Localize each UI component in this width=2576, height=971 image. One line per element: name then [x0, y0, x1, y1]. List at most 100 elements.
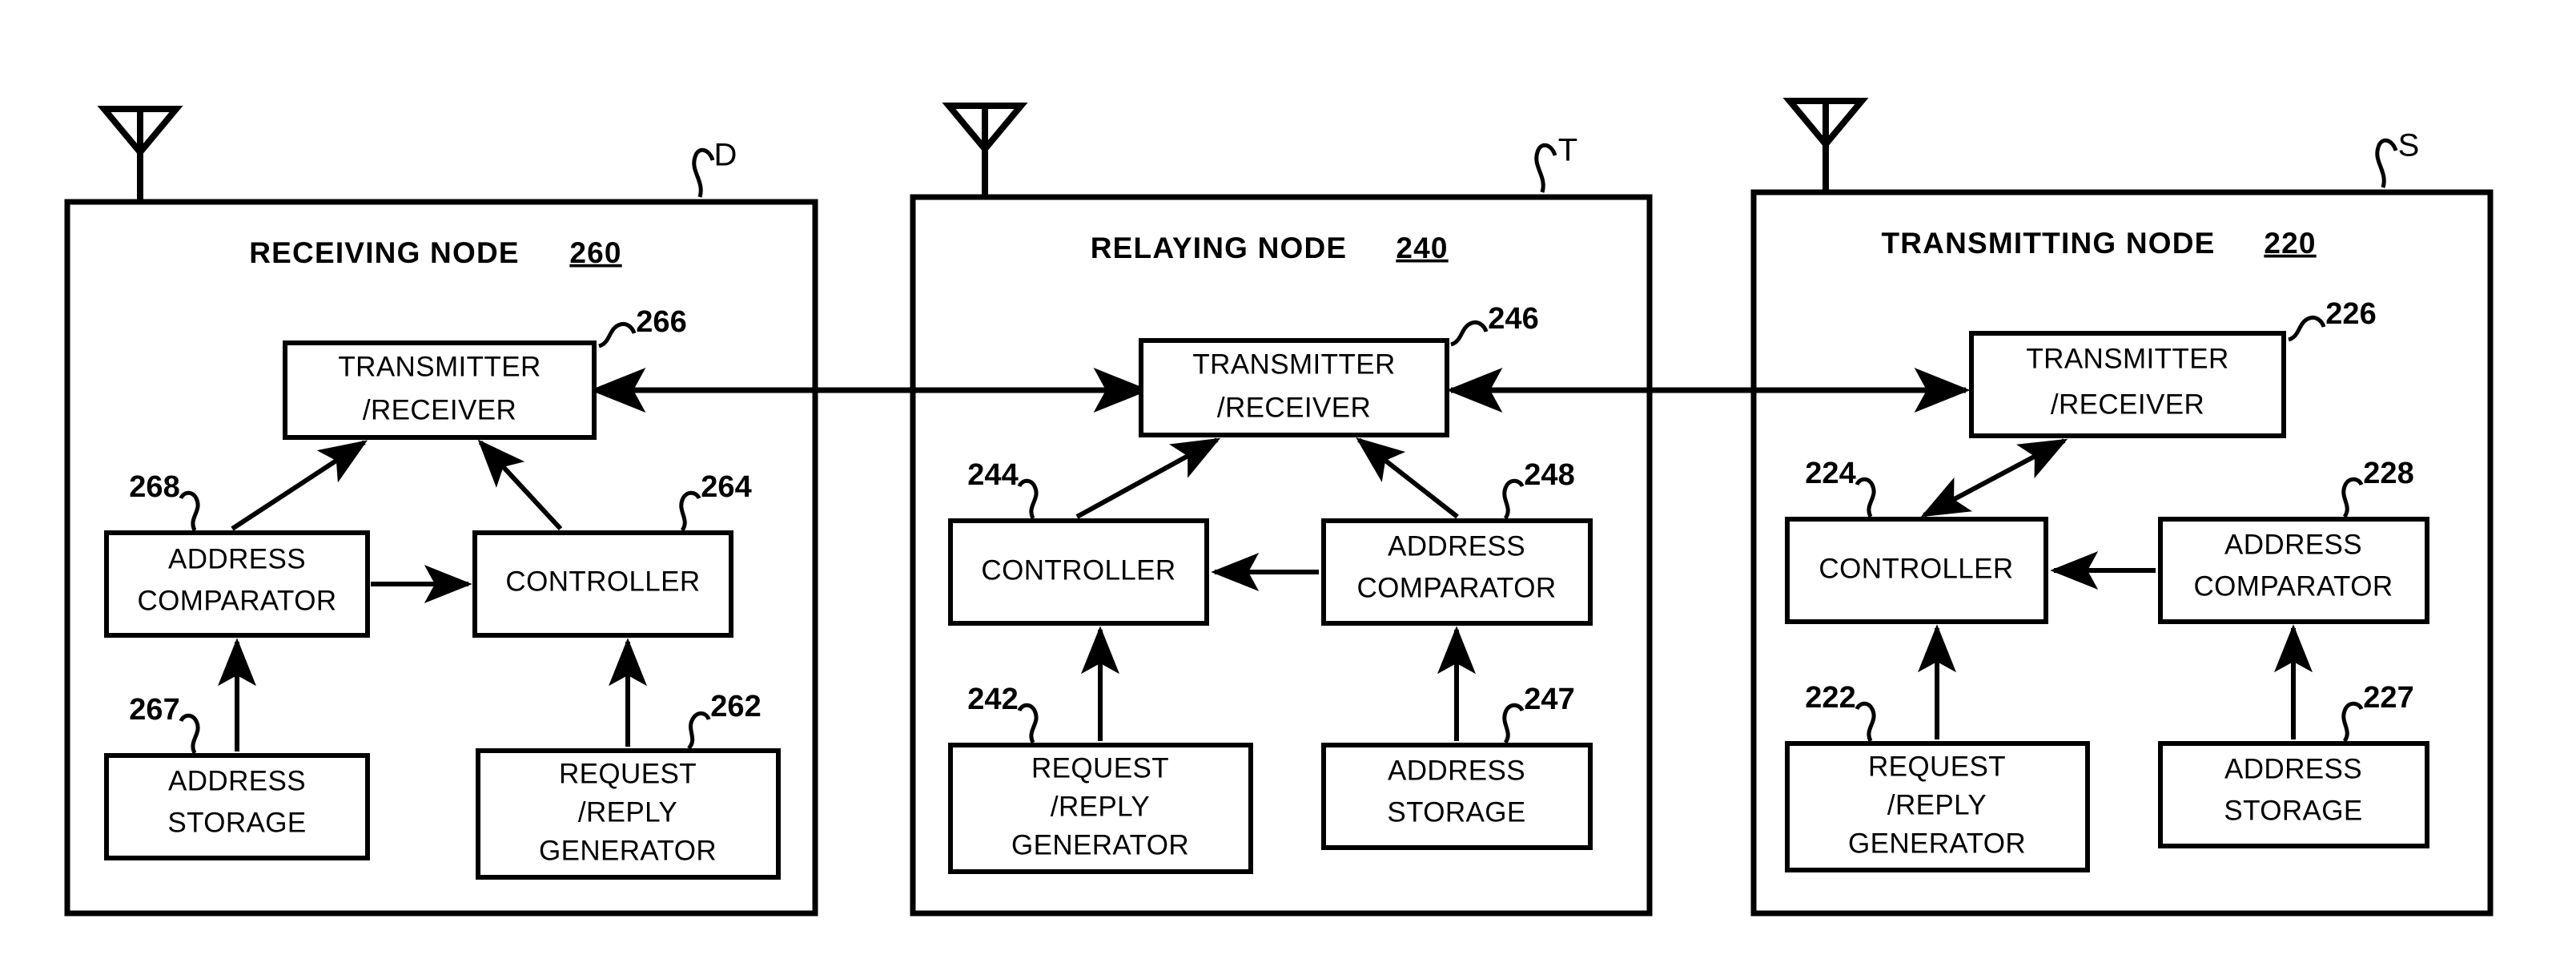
unit-address-comparator-228-leader [2341, 477, 2364, 518]
antenna-icon [942, 103, 1028, 197]
unit-transceiver-246-line2: /RECEIVER [1217, 392, 1371, 423]
unit-address-storage-247-leader [1502, 703, 1525, 744]
unit-request-reply-generator-242-line1: REQUEST [1031, 752, 1169, 784]
unit-address-storage-267-line1: ADDRESS [168, 765, 306, 796]
unit-transceiver-246-ref: 246 [1488, 302, 1538, 336]
unit-address-storage-247-ref: 247 [1524, 683, 1574, 716]
unit-controller-224-ref: 224 [1805, 457, 1855, 490]
node-transmitting-title: TRANSMITTING NODE [1881, 227, 2215, 260]
unit-controller-244-leader [1017, 478, 1039, 520]
arrow-224-to-226-bidirectional [1920, 438, 2068, 518]
unit-controller-244-ref: 244 [967, 458, 1018, 492]
unit-transceiver-246-line1: TRANSMITTER [1192, 349, 1395, 380]
unit-request-reply-generator-262-ref: 262 [710, 690, 761, 723]
unit-transceiver-266[interactable]: TRANSMITTER /RECEIVER [283, 340, 597, 440]
node-receiving-title-number: 260 [569, 236, 621, 269]
unit-transceiver-246-leader [1450, 320, 1489, 347]
unit-address-comparator-228-line1: ADDRESS [2224, 529, 2362, 560]
unit-request-reply-generator-222-ref: 222 [1805, 681, 1855, 715]
unit-address-storage-227-line1: ADDRESS [2224, 753, 2362, 784]
unit-transceiver-226-line1: TRANSMITTER [2026, 343, 2228, 374]
unit-address-storage-227-line2: STORAGE [2224, 795, 2362, 826]
node-receiving-title: RECEIVING NODE [249, 236, 520, 269]
unit-controller-264-ref: 264 [701, 470, 751, 504]
unit-controller-224-line1: CONTROLLER [1818, 553, 2013, 584]
unit-address-storage-227-leader [2341, 701, 2364, 743]
unit-controller-244[interactable]: CONTROLLER [948, 518, 1209, 626]
unit-request-reply-generator-262-line1: REQUEST [559, 758, 697, 789]
arrow-268-to-266 [231, 440, 368, 531]
unit-transceiver-266-line2: /RECEIVER [363, 394, 516, 425]
node-relaying[interactable]: T RELAYING NODE 240 TRANSMITTER /RECEIVE… [910, 103, 1653, 917]
unit-address-comparator-268[interactable]: ADDRESS COMPARATOR [104, 530, 370, 638]
unit-transceiver-266-leader [598, 321, 637, 349]
unit-transceiver-226-line2: /RECEIVER [2051, 389, 2204, 420]
unit-request-reply-generator-242-ref: 242 [967, 683, 1018, 716]
node-relaying-leader [1534, 143, 1557, 193]
node-receiving[interactable]: D RECEIVING NODE 260 TRANSMITTER /RECEIV… [64, 106, 818, 917]
unit-address-storage-267-line2: STORAGE [167, 807, 306, 838]
antenna-icon [1782, 98, 1869, 192]
unit-address-comparator-248-ref: 248 [1524, 458, 1574, 492]
figure-canvas: D RECEIVING NODE 260 TRANSMITTER /RECEIV… [0, 0, 2576, 971]
antenna-icon [97, 106, 183, 202]
unit-controller-224-leader [1855, 477, 1876, 518]
arrow-248-to-246 [1356, 437, 1459, 519]
node-transmitting-title-number: 220 [2264, 227, 2316, 260]
node-transmitting[interactable]: S TRANSMITTING NODE 220 TRANSMITTER /REC… [1750, 98, 2494, 917]
unit-address-storage-267[interactable]: ADDRESS STORAGE [104, 753, 370, 860]
node-relaying-title-number: 240 [1396, 232, 1448, 264]
unit-address-comparator-268-ref: 268 [129, 470, 179, 504]
node-transmitting-letter: S [2398, 128, 2420, 163]
unit-request-reply-generator-262-line2: /REPLY [578, 796, 677, 828]
unit-transceiver-226-leader [2288, 315, 2326, 342]
unit-controller-224[interactable]: CONTROLLER [1785, 517, 2048, 624]
unit-request-reply-generator-242-line3: GENERATOR [1011, 829, 1189, 860]
unit-address-comparator-228-line2: COMPARATOR [2193, 570, 2393, 602]
node-relaying-letter: T [1558, 133, 1577, 168]
unit-controller-244-line1: CONTROLLER [981, 554, 1175, 586]
unit-address-comparator-268-line2: COMPARATOR [137, 585, 336, 616]
unit-address-storage-267-ref: 267 [129, 693, 179, 727]
unit-request-reply-generator-222-line3: GENERATOR [1848, 828, 2026, 859]
unit-address-storage-227[interactable]: ADDRESS STORAGE [2158, 741, 2429, 848]
unit-address-comparator-248-line2: COMPARATOR [1356, 572, 1556, 603]
unit-address-storage-227-ref: 227 [2363, 681, 2413, 715]
unit-transceiver-266-line1: TRANSMITTER [338, 351, 541, 382]
unit-controller-264-line1: CONTROLLER [505, 566, 700, 597]
node-relaying-title: RELAYING NODE [1091, 232, 1348, 264]
unit-request-reply-generator-242-leader [1017, 703, 1039, 744]
node-receiving-letter: D [714, 138, 737, 173]
node-receiving-leader [692, 147, 715, 198]
unit-address-comparator-248-line1: ADDRESS [1388, 530, 1525, 562]
unit-transceiver-226[interactable]: TRANSMITTER /RECEIVER [1969, 331, 2286, 438]
node-transmitting-leader [2375, 138, 2398, 188]
unit-address-storage-247[interactable]: ADDRESS STORAGE [1321, 743, 1593, 850]
unit-request-reply-generator-222-line1: REQUEST [1868, 751, 2006, 782]
arrow-244-to-246 [1075, 437, 1221, 519]
unit-address-comparator-248-leader [1502, 478, 1525, 520]
unit-transceiver-246[interactable]: TRANSMITTER /RECEIVER [1139, 338, 1449, 437]
unit-request-reply-generator-222-line2: /REPLY [1887, 789, 1987, 820]
unit-transceiver-266-ref: 266 [636, 305, 686, 339]
unit-request-reply-generator-242[interactable]: REQUEST /REPLY GENERATOR [948, 743, 1253, 874]
unit-request-reply-generator-222[interactable]: REQUEST /REPLY GENERATOR [1785, 741, 2090, 872]
patent-block-diagram: D RECEIVING NODE 260 TRANSMITTER /RECEIV… [64, 98, 2494, 917]
unit-controller-264[interactable]: CONTROLLER [472, 530, 733, 638]
unit-address-comparator-268-leader [179, 490, 200, 532]
unit-address-comparator-228-ref: 228 [2363, 457, 2413, 490]
unit-transceiver-226-ref: 226 [2325, 297, 2376, 331]
unit-address-comparator-248[interactable]: ADDRESS COMPARATOR [1321, 518, 1593, 626]
unit-address-storage-267-leader [179, 713, 200, 755]
unit-controller-264-leader [679, 490, 701, 532]
arrow-264-to-266 [477, 439, 563, 531]
unit-request-reply-generator-222-leader [1855, 701, 1876, 743]
unit-request-reply-generator-262-line3: GENERATOR [539, 835, 717, 866]
unit-address-comparator-228[interactable]: ADDRESS COMPARATOR [2158, 517, 2429, 624]
unit-request-reply-generator-262[interactable]: REQUEST /REPLY GENERATOR [476, 748, 781, 880]
unit-request-reply-generator-262-leader [687, 711, 711, 750]
unit-address-comparator-268-line1: ADDRESS [168, 543, 306, 574]
unit-address-storage-247-line2: STORAGE [1387, 796, 1525, 828]
unit-address-storage-247-line1: ADDRESS [1388, 755, 1525, 786]
unit-request-reply-generator-242-line2: /REPLY [1051, 791, 1150, 822]
